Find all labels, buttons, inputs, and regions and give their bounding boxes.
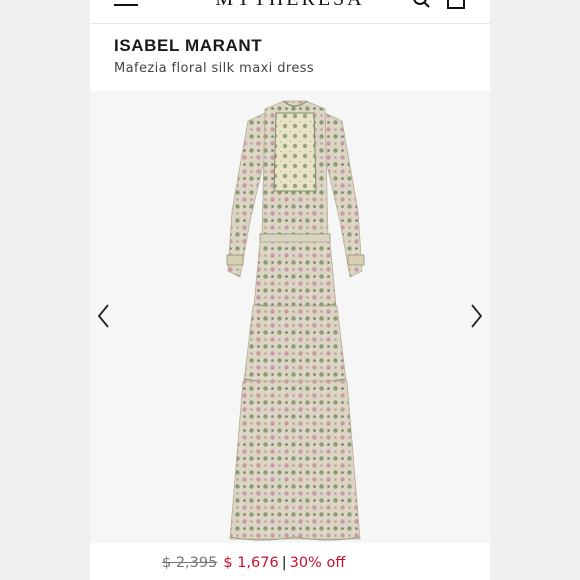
discount-badge: 30% off — [289, 555, 346, 571]
top-navigation-bar: MYTHERESA — [90, 0, 490, 24]
dress-product-image — [226, 100, 365, 541]
shopping-bag-icon[interactable] — [446, 0, 466, 10]
price-row: $ 2,395 $ 1,676 | 30% off — [162, 555, 345, 571]
product-page: MYTHERESA ISABEL MARANT Mafezia floral s… — [90, 0, 490, 580]
sale-price: $ 1,676 — [223, 555, 279, 571]
cropped-promo-line — [162, 574, 362, 580]
original-price: $ 2,395 — [162, 555, 218, 571]
price-separator: | — [281, 555, 287, 571]
brand-name[interactable]: ISABEL MARANT — [114, 36, 262, 56]
chevron-right-icon[interactable] — [468, 303, 484, 329]
product-title: Mafezia floral silk maxi dress — [114, 61, 315, 76]
chevron-left-icon[interactable] — [96, 303, 112, 329]
product-image-gallery[interactable] — [90, 91, 490, 543]
search-icon[interactable] — [412, 0, 432, 10]
